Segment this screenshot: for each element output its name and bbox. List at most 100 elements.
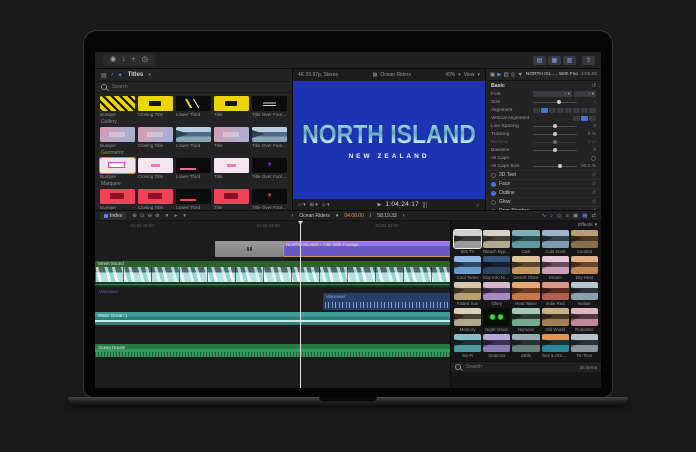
insert-clip-icon[interactable]: ⊙ [140,213,145,219]
effect-thumbnail[interactable] [483,256,511,274]
alignment-button[interactable] [533,107,540,113]
slider-knob[interactable] [553,148,557,152]
effect-item[interactable]: Cast [512,230,540,254]
effect-thumbnail[interactable] [512,256,540,274]
timeline-clip-voiceover[interactable]: Voiceover [323,293,450,310]
snapping-icon[interactable]: ≡ [566,213,569,219]
title-thumbnail[interactable] [99,157,136,174]
crop-popup[interactable]: ⊞ ▾ [310,202,318,208]
chevron-down-icon[interactable]: ▾ [595,223,597,228]
title-thumbnail[interactable]: ▼ [252,158,287,173]
playhead[interactable] [300,221,301,388]
slider[interactable] [533,124,577,128]
effect-item[interactable]: 50s TV [452,229,483,254]
title-thumbnail[interactable] [214,189,249,204]
effect-thumbnail[interactable] [512,282,540,300]
title-thumbnail[interactable] [176,189,211,204]
alignment-button[interactable] [589,107,596,113]
zoom-level[interactable]: 40% [445,72,455,78]
title-thumbnail[interactable] [100,189,135,204]
timeline-clip-placeholder[interactable] [215,241,283,257]
effect-thumbnail[interactable] [454,256,482,274]
effect-thumbnail[interactable] [512,230,540,248]
timer-icon[interactable]: ◷ [142,56,148,64]
title-thumbnail[interactable] [100,96,135,111]
distort-popup[interactable]: ◇ ▾ [322,202,330,208]
effect-thumbnail[interactable] [541,334,569,352]
checkbox[interactable] [591,155,596,161]
title-thumbnail-item[interactable]: Title [214,127,249,148]
title-thumbnail[interactable]: ▼ [252,189,287,204]
alignment-button[interactable] [573,115,580,121]
effect-item[interactable]: Isolate [570,282,598,306]
effect-item[interactable]: Heat Wave [512,282,540,306]
effect-thumbnail[interactable] [541,256,569,274]
title-thumbnail-item[interactable]: Lower Third [176,96,211,117]
slider[interactable] [533,164,577,168]
effect-item[interactable]: Combat [570,230,598,254]
effect-thumbnail[interactable] [570,308,598,326]
effect-item[interactable]: Romantic [570,308,598,332]
effect-item[interactable]: Numeric [512,308,540,332]
title-thumbnail[interactable] [138,189,173,204]
append-clip-icon[interactable]: ⊖ [147,213,152,219]
effect-thumbnail[interactable] [454,282,482,300]
title-thumbnail[interactable] [252,96,287,111]
checkbox[interactable] [491,181,496,187]
value-field[interactable]: – [579,100,596,105]
effect-item[interactable]: Day Into Night [483,256,511,280]
title-thumbnail[interactable] [176,96,211,111]
effect-item[interactable]: Sci-Fi [454,334,482,358]
inspector-section-header[interactable]: Glow ↺ [486,197,601,206]
view-menu[interactable]: View [464,72,475,78]
checkbox[interactable] [491,172,496,178]
alignment-button[interactable] [589,115,596,121]
chevron-down-icon[interactable]: ▾ [183,213,186,219]
chevron-down-icon[interactable]: ▾ [477,72,480,78]
alignment-button[interactable] [581,107,588,113]
effect-thumbnail[interactable] [541,230,569,248]
effect-item[interactable]: Dry Heat [570,256,598,280]
overwrite-clip-icon[interactable]: ⊗ [155,213,160,219]
play-button[interactable]: ▶ [378,202,382,208]
reset-icon[interactable]: ↺ [592,199,596,205]
title-thumbnail-item[interactable]: Bumper [100,127,135,148]
browser-search-input[interactable] [110,83,194,91]
prev-project-button[interactable]: ‹ [292,213,294,219]
effect-item[interactable]: Indie Red [541,282,569,306]
browser-toggle-button[interactable]: ▤ [533,55,546,65]
font-popup[interactable]: – ▾ [533,91,572,97]
effect-thumbnail[interactable] [541,282,569,300]
effect-item[interactable]: Dream [541,256,569,280]
slider-knob[interactable] [553,140,557,144]
title-inspector-icon[interactable]: ▶ [497,72,501,78]
title-thumbnail[interactable] [214,158,249,173]
title-thumbnail-item[interactable]: Lower Third [176,158,211,179]
audio-meters-icon[interactable] [423,201,428,208]
title-thumbnail[interactable] [214,127,249,142]
effect-item[interactable]: Seasons [483,334,511,358]
chevron-down-icon[interactable]: ▾ [148,72,151,78]
reset-icon[interactable]: ↺ [592,190,596,196]
color-inspector-icon[interactable]: ◎ [511,72,516,78]
chevron-down-icon[interactable]: ▾ [458,72,461,78]
alignment-button[interactable] [581,115,588,121]
timeline-clip-title[interactable]: NORTH ISLAND – Title With Footage [283,241,450,257]
next-project-button[interactable]: › [403,213,405,219]
effect-thumbnail[interactable] [570,334,598,352]
alignment-button[interactable] [573,107,580,113]
effects-search-input[interactable] [464,363,528,371]
value-field[interactable]: 0 [579,124,596,129]
title-thumbnail-item[interactable]: Closing Title [138,96,173,117]
slider-knob[interactable] [556,100,561,104]
title-thumbnail-item[interactable]: Title Over Footage [252,127,287,148]
alignment-button[interactable] [549,107,556,113]
effect-thumbnail[interactable] [452,229,483,249]
effect-item[interactable]: Tri-Tone [570,334,598,358]
effect-item[interactable]: Cool Tones [454,256,482,280]
timeline-clip-water-sound[interactable]: Water Ocean 1 [95,312,450,325]
title-thumbnail[interactable] [176,158,211,173]
audio-skimming-icon[interactable]: ♪ [550,213,553,219]
title-thumbnail[interactable] [138,158,173,173]
effect-item[interactable]: Old World [541,308,569,332]
